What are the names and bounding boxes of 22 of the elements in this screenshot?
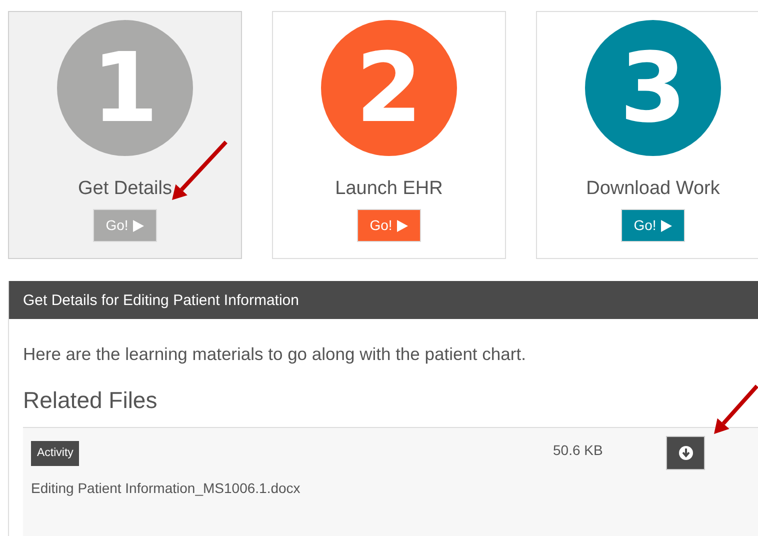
download-button[interactable] [666,436,705,470]
download-icon [678,444,694,461]
step-number: 3 [585,20,721,156]
annotation-arrow [172,140,228,200]
step-label: Launch EHR [335,178,443,201]
play-icon [133,220,144,232]
section-heading: Related Files [23,387,158,415]
step-label: Download Work [586,178,720,201]
file-size: 50.6 KB [553,440,604,460]
step-number: 1 [57,20,193,156]
play-icon [661,220,672,232]
play-icon [397,220,408,232]
annotation-arrow [714,384,758,434]
go-button[interactable]: Go! [356,208,422,242]
go-button[interactable]: Go! [620,208,686,242]
intro-text: Here are the learning materials to go along with the patient chart. [23,343,527,366]
panel-header: Get Details for Editing Patient Information [9,281,758,319]
file-tag: Activity [31,440,80,466]
go-button[interactable]: Go! [92,208,158,242]
step-label: Get Details [78,178,172,201]
step-number: 2 [321,20,457,156]
file-name: Editing Patient Information_MS1006.1.docx [31,479,302,498]
